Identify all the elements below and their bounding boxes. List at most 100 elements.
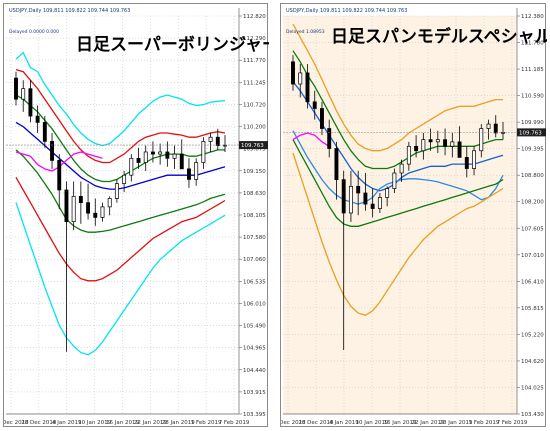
band-line-4 [15,149,226,233]
xtick-label: 1 Feb 2019 [469,420,500,426]
ytick-label: 106.410 [521,279,544,285]
candle-body [122,174,127,184]
ytick-label: 106.535 [243,279,266,285]
ytick-label: 109.395 [521,147,544,153]
ytick-label: 107.060 [243,257,266,263]
candle-body [208,136,213,142]
candle-body [64,189,69,223]
chart-title: 日足スパンモデルスペシャル [331,26,547,47]
ytick-label: 105.815 [521,306,544,312]
candle-body [450,141,455,147]
candle-body [136,157,141,163]
ytick-label: 108.800 [521,173,544,179]
candle-body [385,188,390,198]
band-line-2 [15,94,225,183]
candle-body [406,145,411,165]
ytick-label: 111.185 [521,67,544,73]
candle-body [421,139,426,152]
candle-body [348,185,353,214]
indicator-label: Delayed 0.0000 0.000 [9,29,59,35]
candle-body [312,101,317,109]
candle-body [479,128,484,152]
ytick-label: 108.105 [243,213,266,219]
chart-panel-span-model: 112.380 111.780 111.185 110.590 109.990 109.3… [280,3,547,427]
candle-body [363,192,368,205]
candle-body [172,153,177,159]
candle-body [71,195,76,223]
band-line-0 [15,51,226,147]
candle-body [165,151,170,159]
candle-body [464,157,469,169]
ytick-label: 110.590 [521,94,544,100]
ytick-label: 108.630 [243,191,266,197]
ytick-label: 103.395 [243,412,266,418]
candle-body [399,163,404,174]
candle-body [305,72,310,103]
ytick-label: 104.025 [521,385,544,391]
indicator-label: Delayed 1.08953 [286,29,325,35]
ytick-label: 110.200 [243,125,266,131]
candle-body [21,88,26,100]
price-badge-text: 109.763 [519,130,542,136]
chart-svg-left: 112.820112.290111.770111.245110.720110.2… [4,8,269,426]
candle-body [129,157,134,176]
ytick-label: 103.430 [521,412,544,418]
ytick-label: 107.010 [521,253,544,259]
candle-body [35,115,40,123]
ytick-label: 111.245 [243,80,266,86]
chart-title: 日足スーパーボリンジャー [76,35,269,55]
candle-body [291,61,295,85]
band-line-6 [15,202,226,356]
ytick-label: 107.580 [243,235,266,241]
ytick-label: 109.990 [521,120,544,126]
candle-body [341,179,346,214]
ytick-label: 104.965 [243,346,266,352]
candle-body [50,141,54,161]
candle-body [28,88,33,117]
ytick-label: 110.720 [243,102,266,108]
price-badge-text: 109.763 [241,143,264,149]
candle-body [42,122,47,142]
candle-body [78,195,83,203]
ohlc-header: USDJPY,Daily 109.811 109.822 109.744 109… [9,8,130,14]
ytick-label: 107.605 [521,226,544,232]
candle-body [14,77,18,100]
candle-body [298,72,303,85]
candle-body [356,185,361,194]
candle-body [370,203,375,209]
candle-body [392,172,397,189]
candle-body [320,108,324,129]
candle-body [215,136,220,146]
candle-body [428,139,433,143]
candle-body [443,139,448,147]
ytick-label: 105.220 [521,332,544,338]
candle-body [179,153,184,170]
candle-body [86,202,91,214]
candle-body [201,141,206,163]
candle-body [457,141,462,158]
candle-body [158,151,163,155]
chart-panel-super-bollinger: 112.820 112.290 111.770 111.245 110.720 110.2… [3,3,269,427]
candle-body [493,123,498,134]
xtick-label: 7 Feb 2019 [497,420,528,426]
ytick-label: 103.915 [243,390,266,396]
candle-body [377,197,382,209]
ytick-label: 104.440 [243,368,266,374]
candle-body [57,160,62,191]
chart-svg-right: 112.380111.780111.185110.590109.990109.3… [281,8,547,426]
candle-body [107,198,112,208]
ytick-label: 108.200 [521,200,544,206]
ohlc-header: USDJPY,Daily 109.811 109.822 109.744 109… [286,8,407,14]
ytick-label: 104.620 [521,359,544,365]
xtick-label: 1 Feb 2019 [191,420,222,426]
ytick-label: 112.820 [243,14,266,20]
candle-body [472,150,476,169]
candle-body [334,148,339,180]
candle-body [150,151,155,155]
candle-body [327,128,332,149]
candle-body [194,162,199,180]
candle-body [114,183,119,199]
ytick-label: 105.490 [243,324,266,330]
candle-body [100,206,105,218]
ytick-label: 111.770 [243,58,266,64]
